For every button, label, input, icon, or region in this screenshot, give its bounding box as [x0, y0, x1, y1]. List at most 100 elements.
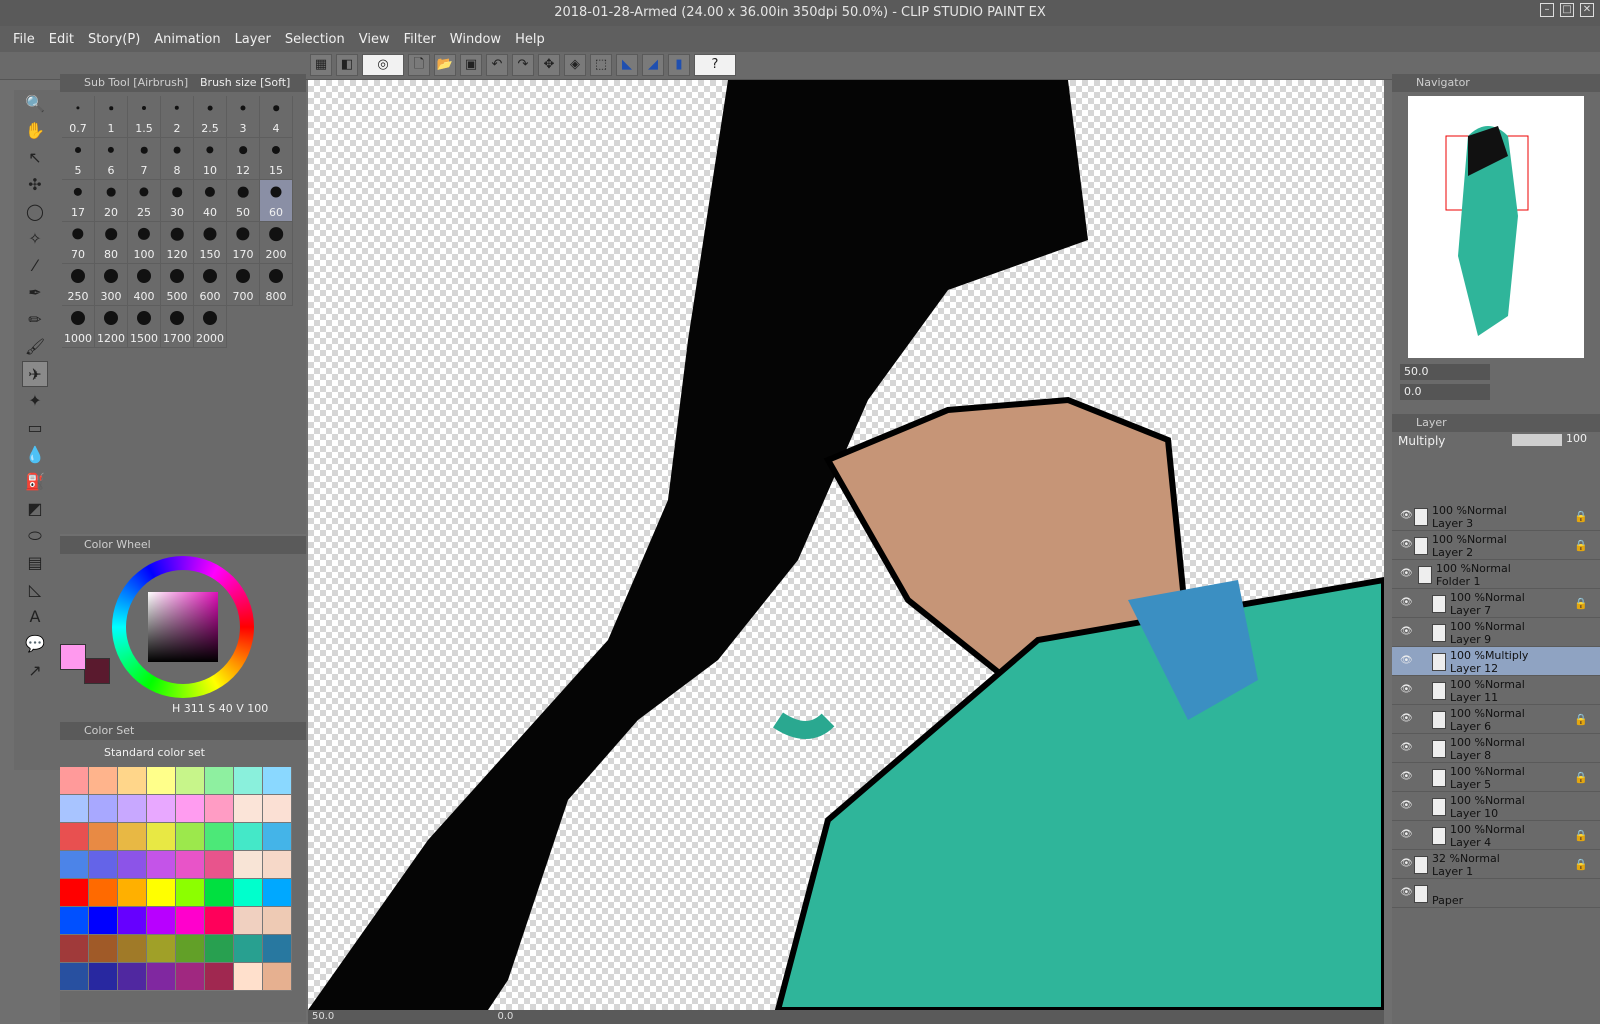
brush-size-cell[interactable]: 120: [161, 222, 194, 264]
brush-size-cell[interactable]: 800: [260, 264, 293, 306]
brush-size-cell[interactable]: 1: [95, 96, 128, 138]
color-swatch[interactable]: [263, 823, 292, 851]
undo-icon[interactable]: ↶: [486, 54, 508, 76]
maximize-icon[interactable]: □: [1560, 3, 1574, 17]
color-swatch[interactable]: [176, 795, 205, 823]
color-swatch[interactable]: [147, 963, 176, 991]
lock-icon[interactable]: 🔒: [1574, 858, 1588, 872]
layer-row[interactable]: 👁 100 %Normal Layer 6 🔒: [1392, 705, 1600, 734]
menu-edit[interactable]: Edit: [42, 32, 81, 47]
color-swatch[interactable]: [89, 907, 118, 935]
layer-row[interactable]: 👁 100 %Normal Layer 9: [1392, 618, 1600, 647]
color-swatch[interactable]: [176, 907, 205, 935]
color-swatch[interactable]: [147, 935, 176, 963]
brush-size-cell[interactable]: 300: [95, 264, 128, 306]
color-swatch[interactable]: [263, 963, 292, 991]
blend-icon[interactable]: 💧: [22, 442, 48, 468]
layer-row[interactable]: 👁 100 %Multiply Layer 12: [1392, 647, 1600, 676]
layer-row[interactable]: 👁 Paper: [1392, 879, 1600, 908]
ruler-icon[interactable]: ◺: [22, 577, 48, 603]
menu-view[interactable]: View: [352, 32, 397, 47]
minimize-icon[interactable]: –: [1540, 3, 1554, 17]
color-swatch[interactable]: [89, 851, 118, 879]
visibility-eye-icon[interactable]: 👁: [1400, 858, 1414, 870]
brush-size-cell[interactable]: 150: [194, 222, 227, 264]
pen-icon[interactable]: ✒: [22, 280, 48, 306]
save-icon[interactable]: ▣: [460, 54, 482, 76]
color-swatch[interactable]: [234, 963, 263, 991]
correct-line-icon[interactable]: ↗: [22, 658, 48, 684]
brush-size-cell[interactable]: 1.5: [128, 96, 161, 138]
brush-size-cell[interactable]: 2.5: [194, 96, 227, 138]
color-swatch[interactable]: [60, 823, 89, 851]
color-swatch[interactable]: [176, 851, 205, 879]
tab-layer[interactable]: Layer: [1416, 416, 1447, 429]
lasso-icon[interactable]: ◯: [22, 199, 48, 225]
snap-ruler-icon[interactable]: ◣: [616, 54, 638, 76]
color-swatch[interactable]: [176, 767, 205, 795]
brush-size-cell[interactable]: 80: [95, 222, 128, 264]
lock-icon[interactable]: 🔒: [1574, 829, 1588, 843]
visibility-eye-icon[interactable]: 👁: [1400, 800, 1414, 812]
color-swatch[interactable]: [176, 963, 205, 991]
brush-size-cell[interactable]: 0.7: [62, 96, 95, 138]
lock-icon[interactable]: 🔒: [1574, 771, 1588, 785]
eyedropper-icon[interactable]: ⁄: [22, 253, 48, 279]
color-swatch[interactable]: [60, 907, 89, 935]
brush-size-cell[interactable]: 30: [161, 180, 194, 222]
color-swatch[interactable]: [89, 879, 118, 907]
saturation-value-square[interactable]: [148, 592, 218, 662]
frame-icon[interactable]: ▤: [22, 550, 48, 576]
drawing-canvas[interactable]: [308, 80, 1384, 1010]
sub-color-swatch[interactable]: [84, 658, 110, 684]
lock-icon[interactable]: 🔒: [1574, 539, 1588, 553]
figure-icon[interactable]: ⬭: [22, 523, 48, 549]
blend-mode-select[interactable]: Multiply: [1398, 432, 1488, 450]
menu-file[interactable]: File: [6, 32, 42, 47]
brush-size-cell[interactable]: 40: [194, 180, 227, 222]
layer-row[interactable]: 👁 100 %Normal Layer 3 🔒: [1392, 502, 1600, 531]
brush-size-cell[interactable]: 500: [161, 264, 194, 306]
menu-layer[interactable]: Layer: [228, 32, 278, 47]
color-swatch[interactable]: [263, 795, 292, 823]
brush-size-cell[interactable]: 17: [62, 180, 95, 222]
brush-size-cell[interactable]: 200: [260, 222, 293, 264]
brush-size-cell[interactable]: 170: [227, 222, 260, 264]
color-swatch[interactable]: [234, 767, 263, 795]
color-swatch[interactable]: [60, 879, 89, 907]
tab-brush-size[interactable]: Brush size [Soft]: [200, 74, 290, 92]
layer-row[interactable]: 👁 100 %Normal Folder 1: [1392, 560, 1600, 589]
color-swatch[interactable]: [205, 935, 234, 963]
visibility-eye-icon[interactable]: 👁: [1400, 684, 1414, 696]
color-swatch[interactable]: [118, 879, 147, 907]
brush-size-cell[interactable]: 10: [194, 138, 227, 180]
color-swatch[interactable]: [263, 907, 292, 935]
visibility-eye-icon[interactable]: 👁: [1400, 655, 1414, 667]
color-swatch[interactable]: [234, 907, 263, 935]
color-swatch[interactable]: [176, 935, 205, 963]
color-swatch[interactable]: [89, 963, 118, 991]
menu-window[interactable]: Window: [443, 32, 508, 47]
transform-icon[interactable]: ✥: [538, 54, 560, 76]
auto-select-icon[interactable]: ✧: [22, 226, 48, 252]
lock-icon[interactable]: 🔒: [1574, 597, 1588, 611]
brush-size-cell[interactable]: 700: [227, 264, 260, 306]
menu-help[interactable]: Help: [508, 32, 552, 47]
snap-special-icon[interactable]: ◢: [642, 54, 664, 76]
brush-size-cell[interactable]: 3: [227, 96, 260, 138]
text-icon[interactable]: A: [22, 604, 48, 630]
decoration-icon[interactable]: ✦: [22, 388, 48, 414]
grid-icon[interactable]: ▦: [310, 54, 332, 76]
color-swatch[interactable]: [60, 851, 89, 879]
visibility-eye-icon[interactable]: 👁: [1400, 510, 1414, 522]
color-swatch[interactable]: [263, 879, 292, 907]
color-swatch[interactable]: [205, 851, 234, 879]
fill-icon[interactable]: ◈: [564, 54, 586, 76]
brush-icon[interactable]: 🖌: [22, 334, 48, 360]
layer-row[interactable]: 👁 100 %Normal Layer 5 🔒: [1392, 763, 1600, 792]
brush-size-cell[interactable]: 1000: [62, 306, 95, 348]
layer-row[interactable]: 👁 100 %Normal Layer 10: [1392, 792, 1600, 821]
color-swatch[interactable]: [234, 795, 263, 823]
color-swatch[interactable]: [147, 907, 176, 935]
color-swatch[interactable]: [234, 851, 263, 879]
